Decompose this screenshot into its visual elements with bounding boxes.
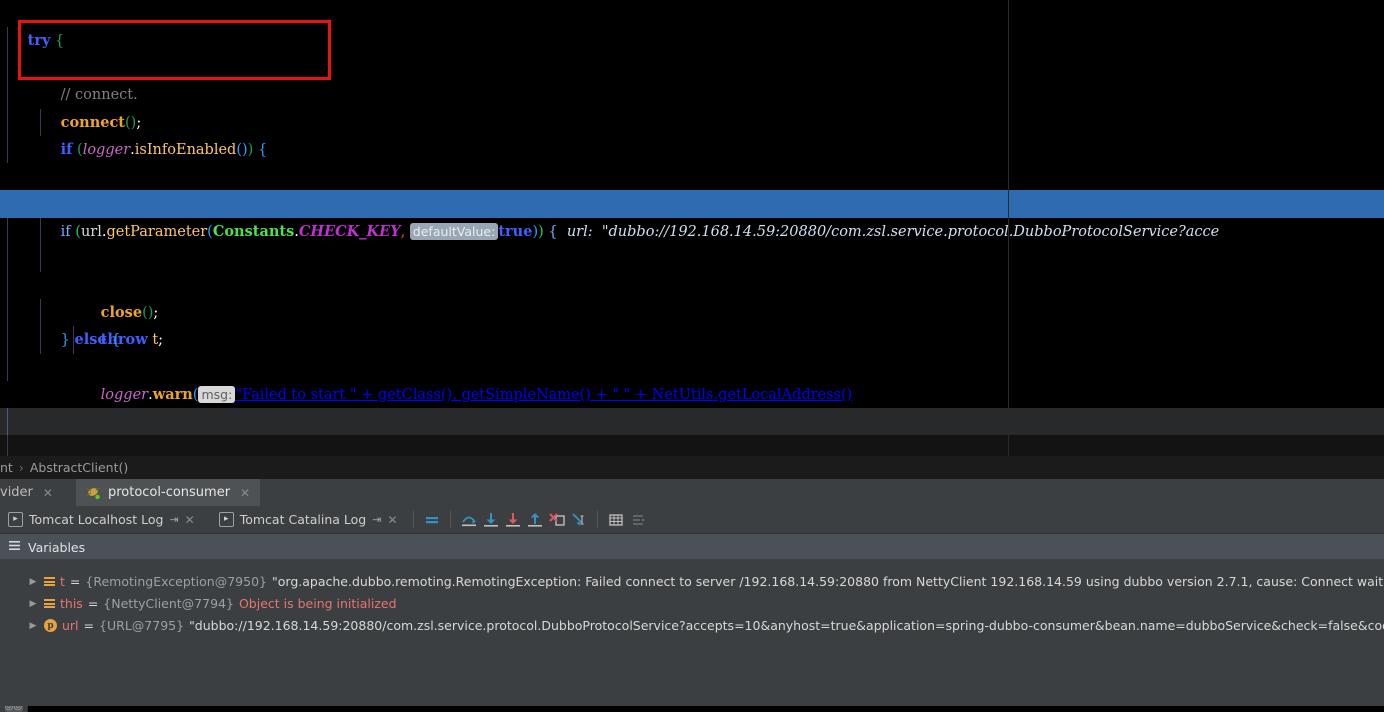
variables-icon (8, 539, 21, 555)
log-tab-localhost[interactable]: ▸ Tomcat Localhost Log ⇥ ✕ (0, 506, 203, 533)
code-line-caret: close(); (0, 408, 1384, 436)
variable-object-id: {NettyClient@7794} (103, 596, 234, 611)
step-out-button[interactable] (524, 509, 546, 531)
variable-equals: = (83, 618, 95, 633)
breadcrumb-item-method[interactable]: AbstractClient() (30, 460, 128, 475)
close-icon[interactable]: ✕ (240, 486, 250, 500)
variable-object-id: {RemotingException@7950} (85, 574, 267, 589)
log-tab-label: Tomcat Localhost Log (29, 512, 164, 527)
console-icon: ▸ (218, 512, 234, 527)
right-margin-guide (1008, 0, 1009, 456)
variable-value: Object is being initialized (238, 596, 397, 611)
object-icon (44, 576, 55, 587)
pin-icon[interactable]: ⇥ (372, 513, 381, 526)
console-icon: ▸ (8, 512, 23, 527)
breadcrumb-separator: › (18, 460, 24, 475)
evaluate-expression-button[interactable] (605, 509, 627, 531)
drop-frame-button[interactable] (546, 509, 568, 531)
log-tab-label: Tomcat Catalina Log (239, 512, 367, 527)
run-tab-label: protocol-consumer (107, 485, 231, 500)
code-line: // connect. (0, 27, 1384, 103)
code-line: + " connect to the server " + getRemoteA… (0, 326, 1384, 456)
code-line: } (0, 353, 1384, 429)
mute-breakpoints-button[interactable] (627, 509, 649, 531)
bug-icon (86, 485, 101, 500)
expand-arrow-icon[interactable]: ▶ (27, 599, 39, 609)
variable-name: this (60, 596, 83, 611)
run-to-cursor-button[interactable] (568, 509, 590, 531)
close-icon[interactable]: ✕ (43, 486, 53, 500)
log-tab-catalina[interactable]: ▸ Tomcat Catalina Log ⇥ ✕ (211, 506, 406, 533)
run-tab-bar[interactable]: vider ✕ protocol-consumer ✕ (0, 479, 1384, 506)
code-line: } catch (RemotingException t) { t: "org.… (0, 163, 1384, 212)
code-line: throw new RemotingException(url.toInetSo… (0, 435, 1384, 456)
close-icon[interactable]: ✕ (387, 513, 397, 527)
code-line-current: if (url.getParameter(Constants.CHECK_KEY… (0, 190, 1384, 240)
variable-row-t[interactable]: ▶ t = {RemotingException@7950} "org.apac… (27, 571, 1384, 592)
close-icon[interactable]: ✕ (185, 513, 195, 527)
code-editor[interactable]: try { // connect. connect(); if (logger.… (0, 0, 1384, 456)
parameter-icon: p (44, 619, 57, 632)
resume-program-button[interactable] (421, 509, 443, 531)
code-line: } catch (Throwable t) { (0, 381, 1384, 430)
code-line: logger.info(msg:"Start " + getClass().ge… (0, 108, 1384, 213)
code-line: close(); (0, 217, 1384, 321)
code-line: throw t; (0, 244, 1384, 348)
variable-row-url[interactable]: ▶ p url = {URL@7795} "dubbo://192.168.14… (27, 615, 1384, 636)
variable-name: url (62, 618, 79, 633)
variables-tree[interactable]: ▶ t = {RemotingException@7950} "org.apac… (0, 559, 1384, 706)
run-tab-provider[interactable]: vider ✕ (0, 479, 63, 506)
code-line: if (logger.isInfoEnabled()) { (0, 81, 1384, 158)
pin-icon[interactable]: ⇥ (169, 513, 178, 526)
step-over-button[interactable] (458, 509, 480, 531)
variable-name: t (60, 574, 65, 589)
debug-toolbar[interactable]: ▸ Tomcat Localhost Log ⇥ ✕ ▸ Tomcat Cata… (0, 506, 1384, 533)
code-line: try { (0, 0, 1384, 49)
step-into-button[interactable] (480, 509, 502, 531)
run-tab-protocol-consumer[interactable]: protocol-consumer ✕ (75, 479, 261, 506)
variable-value: "org.apache.dubbo.remoting.RemotingExcep… (272, 574, 1384, 589)
code-line: } (0, 136, 1384, 211)
variable-row-this[interactable]: ▶ this = {NettyClient@7794} Object is be… (27, 593, 397, 614)
code-line: connect(); (0, 54, 1384, 131)
object-icon (44, 598, 55, 609)
force-step-into-button[interactable] (502, 509, 524, 531)
code-content: try { // connect. connect(); if (logger.… (0, 0, 1384, 456)
variable-equals: = (87, 596, 99, 611)
variable-object-id: {URL@7795} (99, 618, 185, 633)
code-line: } else { (0, 272, 1384, 348)
run-tab-label: vider (0, 485, 33, 500)
breadcrumb-item-class[interactable]: nt (0, 460, 13, 475)
expand-arrow-icon[interactable]: ▶ (27, 621, 39, 631)
expand-arrow-icon[interactable]: ▶ (27, 577, 39, 587)
variables-panel-header: Variables (0, 533, 1384, 560)
variable-value: "dubbo://192.168.14.59:20880/com.zsl.ser… (189, 618, 1384, 633)
variable-equals: = (69, 574, 81, 589)
code-line: logger.warn(msg:logger.warn(msg: "Failed… (0, 299, 1384, 403)
variables-title: Variables (28, 539, 86, 555)
breadcrumb[interactable]: nt › AbstractClient() (0, 456, 1384, 479)
